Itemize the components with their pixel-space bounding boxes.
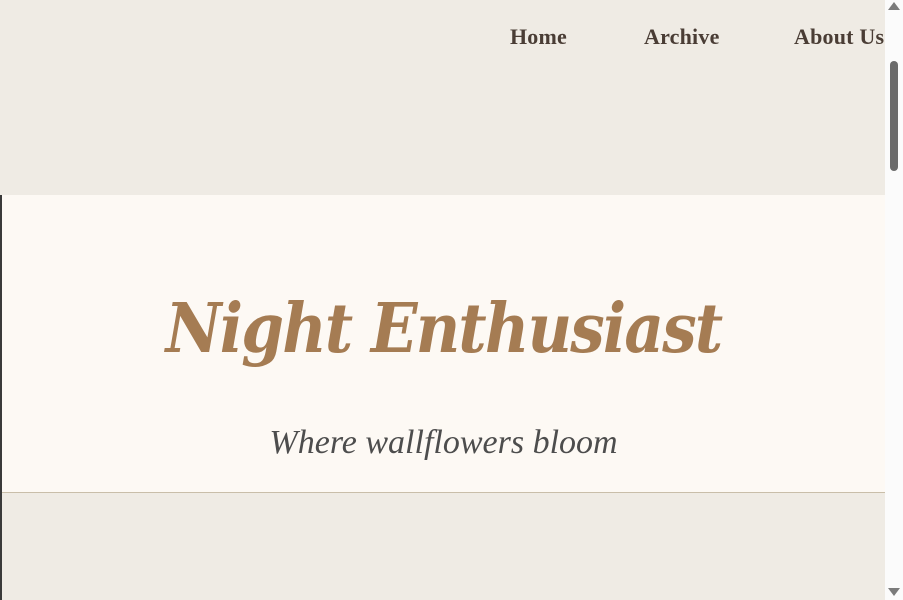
vertical-scrollbar[interactable] xyxy=(885,0,903,600)
scrollbar-thumb[interactable] xyxy=(890,61,898,171)
page-content-area xyxy=(2,493,885,600)
nav-archive-link[interactable]: Archive xyxy=(644,24,720,50)
site-header-hero: Night Enthusiast Where wallflowers bloom xyxy=(2,195,885,493)
up-arrow-icon[interactable] xyxy=(888,2,900,10)
top-navigation: Home Archive About Us xyxy=(0,0,885,195)
nav-home-link[interactable]: Home xyxy=(510,24,567,50)
site-title: Night Enthusiast xyxy=(165,288,724,369)
blog-page: Home Archive About Us Night Enthusiast W… xyxy=(0,0,903,600)
site-tagline: Where wallflowers bloom xyxy=(269,424,618,461)
nav-about-us-link[interactable]: About Us xyxy=(794,24,884,50)
down-arrow-icon[interactable] xyxy=(888,588,900,596)
